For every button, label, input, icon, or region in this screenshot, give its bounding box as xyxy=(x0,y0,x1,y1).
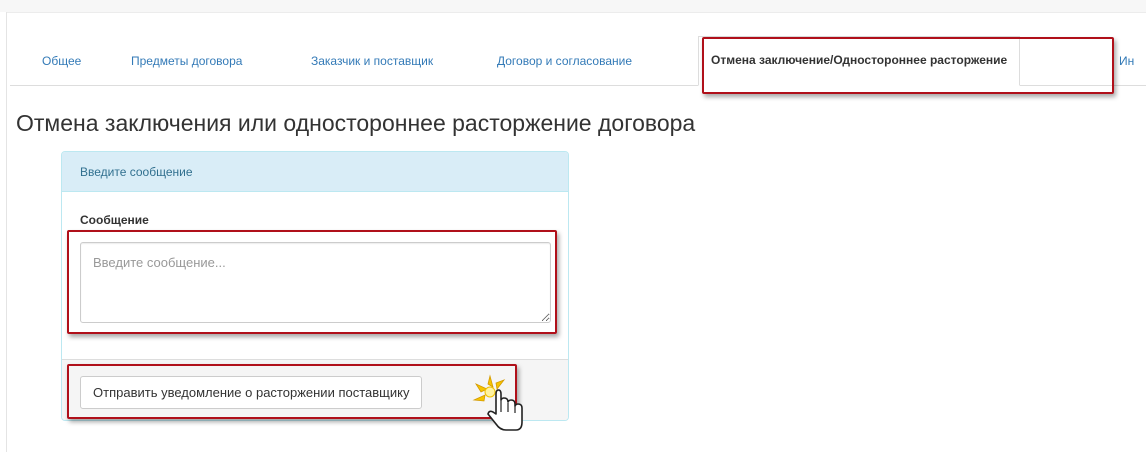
top-divider xyxy=(6,12,1146,13)
tab-customer-supplier[interactable]: Заказчик и поставщик xyxy=(311,40,433,85)
tab-general[interactable]: Общее xyxy=(42,40,81,85)
panel-heading: Введите сообщение xyxy=(62,152,568,192)
tab-bar: Общее Предметы договора Заказчик и поста… xyxy=(10,36,1146,86)
tab-cancellation[interactable]: Отмена заключение/Одностороннее расторже… xyxy=(698,36,1021,86)
tab-contract-items[interactable]: Предметы договора xyxy=(131,40,242,85)
send-termination-notice-button[interactable]: Отправить уведомление о расторжении пост… xyxy=(80,376,423,409)
hand-pointer-click-icon xyxy=(472,374,523,431)
message-textarea[interactable] xyxy=(80,242,551,323)
message-label: Сообщение xyxy=(80,213,149,227)
page-title: Отмена заключения или одностороннее раст… xyxy=(16,110,696,136)
left-divider xyxy=(6,12,7,452)
top-strip xyxy=(0,0,1146,12)
tab-more[interactable]: Ин xyxy=(1119,40,1134,85)
tab-contract-approval[interactable]: Договор и согласование xyxy=(497,40,632,85)
